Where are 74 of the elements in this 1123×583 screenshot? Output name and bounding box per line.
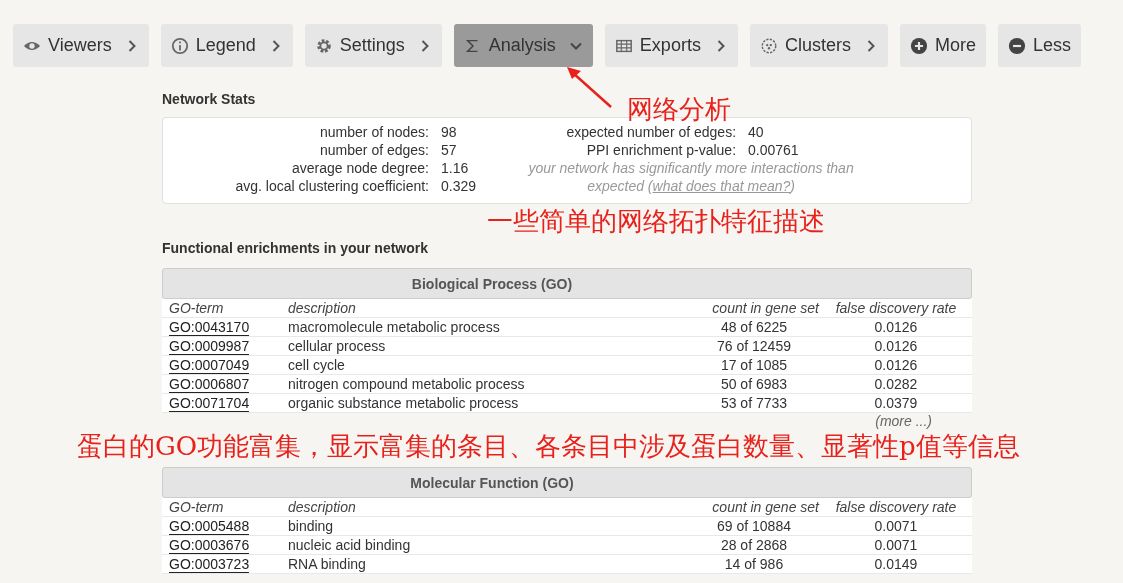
table-cell: 0.0379: [874, 395, 918, 411]
stat-label: number of nodes:: [319, 123, 429, 141]
table-cell: binding: [288, 518, 334, 534]
annotation-text: 蛋白的GO功能富集，显示富集的条目、各条目中涉及蛋白数量、显著性p值等信息: [77, 430, 1020, 463]
table-cell: macromolecule metabolic process: [288, 319, 500, 335]
table-cell: 69 of 10884: [717, 518, 791, 534]
column-header: false discovery rate: [819, 299, 972, 318]
stat-label: PPI enrichment p-value:: [585, 141, 737, 159]
more-link[interactable]: (more ...): [875, 413, 932, 429]
stat-label: average node degree:: [291, 159, 429, 177]
go-term-link[interactable]: GO:0009987: [169, 338, 250, 355]
column-header: description: [281, 498, 682, 517]
table-cell: cell cycle: [288, 357, 345, 373]
table-header: Molecular Function (GO): [162, 467, 972, 498]
toolbar-button[interactable]: Less: [997, 24, 1081, 67]
go-term-link[interactable]: GO:0071704: [169, 395, 250, 412]
gear-icon: [314, 36, 333, 55]
stat-value: 0.00761: [748, 141, 800, 159]
column-header: false discovery rate: [819, 498, 972, 517]
stat-label: avg. local clustering coefficient:: [234, 177, 429, 195]
table-cell: RNA binding: [288, 556, 366, 572]
go-term-link[interactable]: GO:0007049: [169, 357, 250, 374]
toolbar-button[interactable]: Clusters: [749, 24, 888, 67]
table-cell: 0.0071: [874, 537, 918, 553]
annotation-text: 一些简单的网络拓扑特征描述: [487, 205, 825, 238]
go-term-link[interactable]: GO:0005488: [169, 518, 250, 535]
toolbar-button[interactable]: Settings: [304, 24, 442, 67]
table-cell: cellular process: [288, 338, 386, 354]
table-cell: nucleic acid binding: [288, 537, 411, 553]
table-cell: 14 of 986: [724, 556, 784, 572]
stat-label: number of edges:: [319, 141, 429, 159]
go-term-link[interactable]: GO:0003676: [169, 537, 250, 554]
stat-value: 57: [441, 141, 458, 159]
toolbar-button[interactable]: Legend: [160, 24, 293, 67]
dotted-circle-icon: [759, 36, 778, 55]
table-cell: 0.0126: [874, 357, 918, 373]
section-title: Functional enrichments in your network: [162, 239, 429, 258]
go-term-link[interactable]: GO:0003723: [169, 556, 250, 573]
column-header: GO-term: [162, 498, 281, 517]
table-cell: 48 of 6225: [720, 319, 788, 335]
column-header: count in gene set: [682, 299, 819, 318]
stat-value: 98: [441, 123, 458, 141]
table-cell: 53 of 7733: [720, 395, 788, 411]
stat-value: 0.329: [441, 177, 477, 195]
column-header: description: [281, 299, 682, 318]
table-cell: 0.0126: [874, 319, 918, 335]
go-term-link[interactable]: GO:0006807: [169, 376, 250, 393]
stat-value: 40: [748, 123, 765, 141]
minus-icon: [1007, 36, 1026, 55]
stat-value: 1.16: [441, 159, 470, 177]
table-cell: 0.0071: [874, 518, 918, 534]
table-cell: nitrogen compound metabolic process: [288, 376, 525, 392]
column-header: GO-term: [162, 299, 281, 318]
table-cell: 50 of 6983: [720, 376, 788, 392]
table-cell: 17 of 1085: [720, 357, 788, 373]
table-cell: 28 of 2868: [720, 537, 788, 553]
column-header: count in gene set: [682, 498, 819, 517]
plus-icon: [909, 36, 928, 55]
table-cell: 0.0149: [874, 556, 918, 572]
annotation-text: 网络分析: [627, 93, 731, 126]
enrichment-note: your network has significantly more interactions than expected (what does that mean?): [526, 159, 855, 195]
info-icon: [170, 36, 189, 55]
table-cell: 0.0126: [874, 338, 918, 354]
section-title: Network Stats: [162, 90, 256, 109]
toolbar-button[interactable]: More: [899, 24, 986, 67]
toolbar-button[interactable]: Analysis: [453, 24, 593, 67]
stat-label: expected number of edges:: [565, 123, 737, 141]
table-cell: 76 of 12459: [717, 338, 791, 354]
toolbar-button[interactable]: Exports: [604, 24, 738, 67]
table-cell: 0.0282: [874, 376, 918, 392]
table-cell: organic substance metabolic process: [288, 395, 519, 411]
table-header: Biological Process (GO): [162, 268, 972, 299]
toolbar-button[interactable]: Viewers: [13, 24, 149, 67]
go-term-link[interactable]: GO:0043170: [169, 319, 250, 336]
